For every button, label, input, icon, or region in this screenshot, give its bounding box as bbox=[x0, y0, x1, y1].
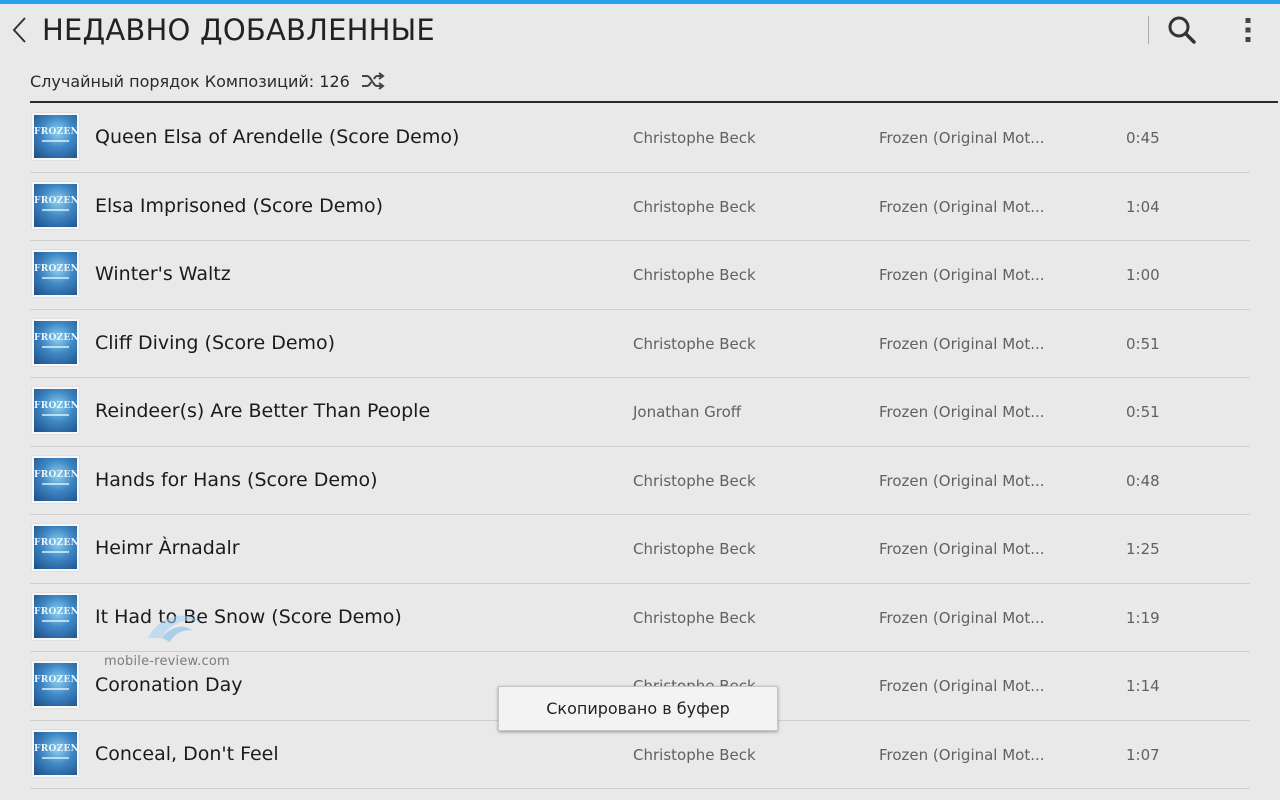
album-art: FROZEN bbox=[32, 318, 79, 366]
page-title: НЕДАВНО ДОБАВЛЕННЫЕ bbox=[42, 13, 435, 47]
album-art-title: FROZEN bbox=[34, 195, 79, 206]
track-duration: 1:19 bbox=[1126, 608, 1160, 627]
track-title: Conceal, Don't Feel bbox=[95, 742, 279, 765]
track-album: Frozen (Original Mot... bbox=[879, 403, 1045, 421]
track-title: Cliff Diving (Score Demo) bbox=[95, 331, 336, 354]
track-album: Frozen (Original Mot... bbox=[879, 334, 1045, 353]
album-art: FROZEN bbox=[32, 729, 79, 777]
track-duration: 1:14 bbox=[1126, 677, 1160, 695]
track-row[interactable]: FROZEN Reindeer(s) Are Better Than Peopl… bbox=[30, 378, 1250, 447]
album-art-title: FROZEN bbox=[34, 332, 79, 343]
subheader-divider bbox=[30, 101, 1278, 103]
album-art-title: FROZEN bbox=[34, 538, 79, 548]
album-art-title: FROZEN bbox=[34, 401, 79, 411]
track-title: Hands for Hans (Score Demo) bbox=[95, 468, 378, 491]
album-art: FROZEN bbox=[32, 250, 79, 297]
album-art-title: FROZEN bbox=[34, 469, 79, 480]
track-duration: 1:25 bbox=[1126, 540, 1160, 558]
track-album: Frozen (Original Mot... bbox=[879, 129, 1045, 147]
track-artist: Jonathan Groff bbox=[633, 403, 742, 421]
track-title: Queen Elsa of Arendelle (Score Demo) bbox=[95, 126, 460, 148]
track-row[interactable]: FROZEN Hands for Hans (Score Demo) Chris… bbox=[30, 447, 1250, 515]
search-button[interactable] bbox=[1164, 12, 1200, 48]
shuffle-bar[interactable]: Случайный порядок Композиций: 126 bbox=[30, 62, 1278, 100]
track-artist: Christophe Beck bbox=[633, 334, 756, 353]
track-row[interactable]: FROZEN Cliff Diving (Score Demo) Christo… bbox=[30, 310, 1250, 378]
track-album: Frozen (Original Mot... bbox=[879, 197, 1045, 216]
shuffle-button[interactable] bbox=[360, 70, 386, 92]
track-album: Frozen (Original Mot... bbox=[879, 677, 1045, 695]
album-art-detail bbox=[42, 414, 69, 416]
album-art: FROZEN bbox=[32, 524, 79, 571]
track-row[interactable]: FROZEN Queen Elsa of Arendelle (Score De… bbox=[30, 104, 1250, 173]
album-art: FROZEN bbox=[32, 661, 79, 708]
album-art-title: FROZEN bbox=[34, 264, 79, 274]
track-album: Frozen (Original Mot... bbox=[879, 745, 1045, 764]
track-title: Winter's Waltz bbox=[95, 263, 231, 285]
track-title: Heimr Àrnadalr bbox=[95, 537, 240, 559]
album-art-title: FROZEN bbox=[34, 675, 79, 685]
back-button[interactable] bbox=[6, 12, 34, 48]
track-duration: 0:51 bbox=[1126, 334, 1160, 353]
album-art-detail bbox=[42, 345, 69, 348]
track-album: Frozen (Original Mot... bbox=[879, 540, 1045, 558]
track-album: Frozen (Original Mot... bbox=[879, 471, 1045, 490]
track-row[interactable]: FROZEN Winter's Waltz Christophe Beck Fr… bbox=[30, 241, 1250, 310]
track-album: Frozen (Original Mot... bbox=[879, 266, 1045, 284]
album-art: FROZEN bbox=[32, 387, 79, 434]
album-art-detail bbox=[42, 140, 69, 142]
track-artist: Christophe Beck bbox=[633, 197, 756, 216]
track-artist: Christophe Beck bbox=[633, 129, 756, 147]
album-art-title: FROZEN bbox=[34, 127, 79, 137]
track-row[interactable]: FROZEN Heimr Àrnadalr Christophe Beck Fr… bbox=[30, 515, 1250, 584]
track-duration: 0:48 bbox=[1126, 471, 1160, 490]
album-art-detail bbox=[42, 619, 69, 622]
album-art: FROZEN bbox=[32, 181, 79, 229]
overflow-menu-button[interactable] bbox=[1232, 12, 1264, 48]
watermark-logo bbox=[148, 615, 200, 642]
album-art-detail bbox=[42, 756, 69, 759]
track-duration: 1:04 bbox=[1126, 197, 1160, 216]
album-art-detail bbox=[42, 551, 69, 553]
album-art: FROZEN bbox=[32, 455, 79, 503]
watermark-text: mobile-review.com bbox=[104, 654, 230, 669]
track-duration: 0:45 bbox=[1126, 129, 1160, 147]
shuffle-label: Случайный порядок Композиций: 126 bbox=[30, 71, 350, 91]
album-art-detail bbox=[42, 277, 69, 279]
album-art-title: FROZEN bbox=[34, 743, 79, 754]
track-artist: Christophe Beck bbox=[633, 266, 756, 284]
search-icon bbox=[1168, 16, 1196, 44]
album-art-detail bbox=[42, 208, 69, 211]
track-duration: 0:51 bbox=[1126, 403, 1160, 421]
track-duration: 1:07 bbox=[1126, 745, 1160, 764]
album-art-detail bbox=[42, 688, 69, 690]
track-artist: Christophe Beck bbox=[633, 608, 756, 627]
track-artist: Christophe Beck bbox=[633, 540, 756, 558]
track-artist: Christophe Beck bbox=[633, 471, 756, 490]
track-artist: Christophe Beck bbox=[633, 745, 756, 764]
more-vert-icon bbox=[1245, 18, 1251, 42]
chevron-left-icon bbox=[12, 17, 26, 43]
track-duration: 1:00 bbox=[1126, 266, 1160, 284]
track-album: Frozen (Original Mot... bbox=[879, 608, 1045, 627]
action-bar: НЕДАВНО ДОБАВЛЕННЫЕ bbox=[0, 4, 1280, 56]
shuffle-icon bbox=[361, 72, 385, 90]
track-row[interactable]: FROZEN It Had to Be Snow (Score Demo) Ch… bbox=[30, 584, 1250, 652]
album-art-title: FROZEN bbox=[34, 606, 79, 617]
toast-notification: Скопировано в буфер bbox=[498, 686, 778, 731]
album-art: FROZEN bbox=[32, 113, 79, 160]
album-art: FROZEN bbox=[32, 592, 79, 640]
header-divider bbox=[1148, 16, 1149, 44]
album-art-detail bbox=[42, 482, 69, 485]
track-title: Reindeer(s) Are Better Than People bbox=[95, 400, 431, 422]
track-row[interactable]: FROZEN Elsa Imprisoned (Score Demo) Chri… bbox=[30, 173, 1250, 241]
track-title: Coronation Day bbox=[95, 674, 243, 696]
track-title: Elsa Imprisoned (Score Demo) bbox=[95, 194, 384, 217]
